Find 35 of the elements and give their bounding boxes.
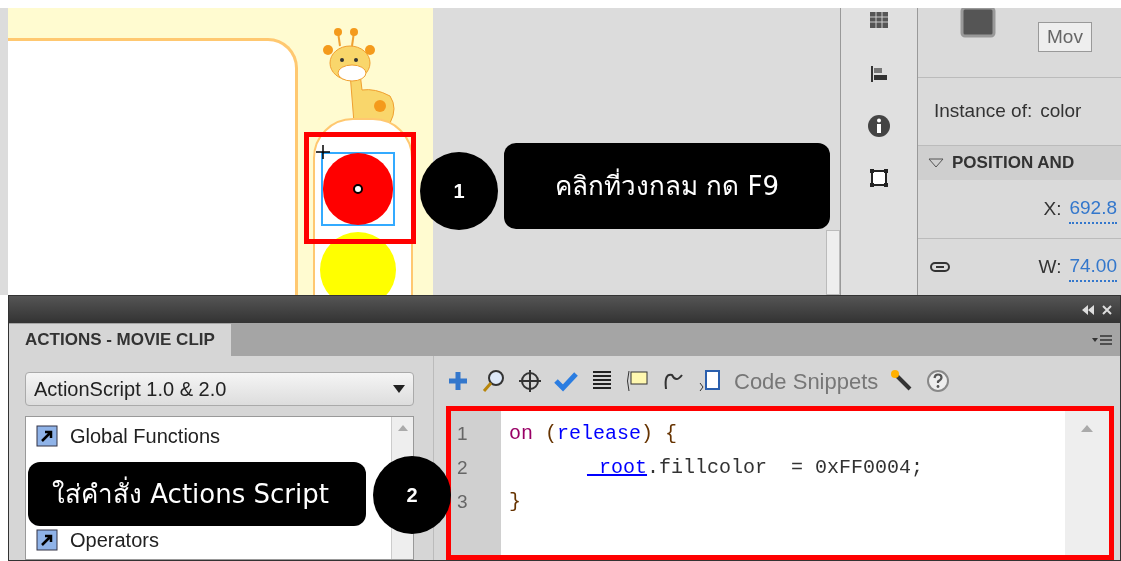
line-number: 1 — [457, 422, 468, 446]
callout-label: ใส่คำสั่ง Actions Script — [28, 462, 366, 526]
instance-value: color — [1040, 99, 1082, 124]
field-label: W: — [1038, 254, 1062, 279]
caret-icon — [393, 385, 405, 393]
comment-icon[interactable] — [626, 369, 650, 393]
type-dropdown[interactable]: Mov — [1038, 22, 1092, 52]
code-line: _root.fillcolor = 0xFF0004; — [586, 455, 924, 481]
registration-point-icon — [353, 184, 363, 194]
toolbox-item[interactable]: Global Functions — [36, 421, 391, 451]
book-icon — [36, 529, 58, 551]
find-icon[interactable] — [482, 369, 506, 393]
code-line: } — [509, 489, 521, 515]
target-icon[interactable] — [518, 369, 542, 393]
language-dropdown[interactable]: ActionScript 1.0 & 2.0 — [25, 372, 414, 406]
close-icon[interactable] — [1102, 304, 1112, 315]
line-number: 2 — [457, 456, 468, 480]
callout-label: คลิกที่วงกลม กด F9 — [504, 143, 830, 229]
code-line: on (release) { — [509, 421, 678, 447]
crosshair-cursor-icon — [316, 145, 330, 159]
line-number: 3 — [457, 490, 468, 514]
book-icon — [36, 425, 58, 447]
panel-tab[interactable]: ACTIONS - MOVIE CLIP — [9, 324, 231, 356]
instance-label: Instance of: — [934, 99, 1033, 124]
editor-scrollbar[interactable] — [1065, 411, 1109, 555]
code-editor[interactable]: 1 2 3 on (release) { _root.fillcolor = 0xFF0004; } — [446, 406, 1114, 560]
help-icon[interactable] — [926, 369, 951, 393]
panel-menu-icon[interactable] — [1092, 334, 1112, 348]
collapse-icon[interactable] — [1082, 304, 1094, 315]
snippets-icon[interactable] — [698, 369, 722, 393]
field-label: X: — [1043, 196, 1062, 221]
add-icon[interactable] — [446, 369, 470, 393]
info-icon[interactable] — [867, 114, 891, 138]
section-header[interactable]: POSITION AND — [918, 144, 1121, 181]
vertical-scrollbar[interactable] — [826, 230, 840, 295]
